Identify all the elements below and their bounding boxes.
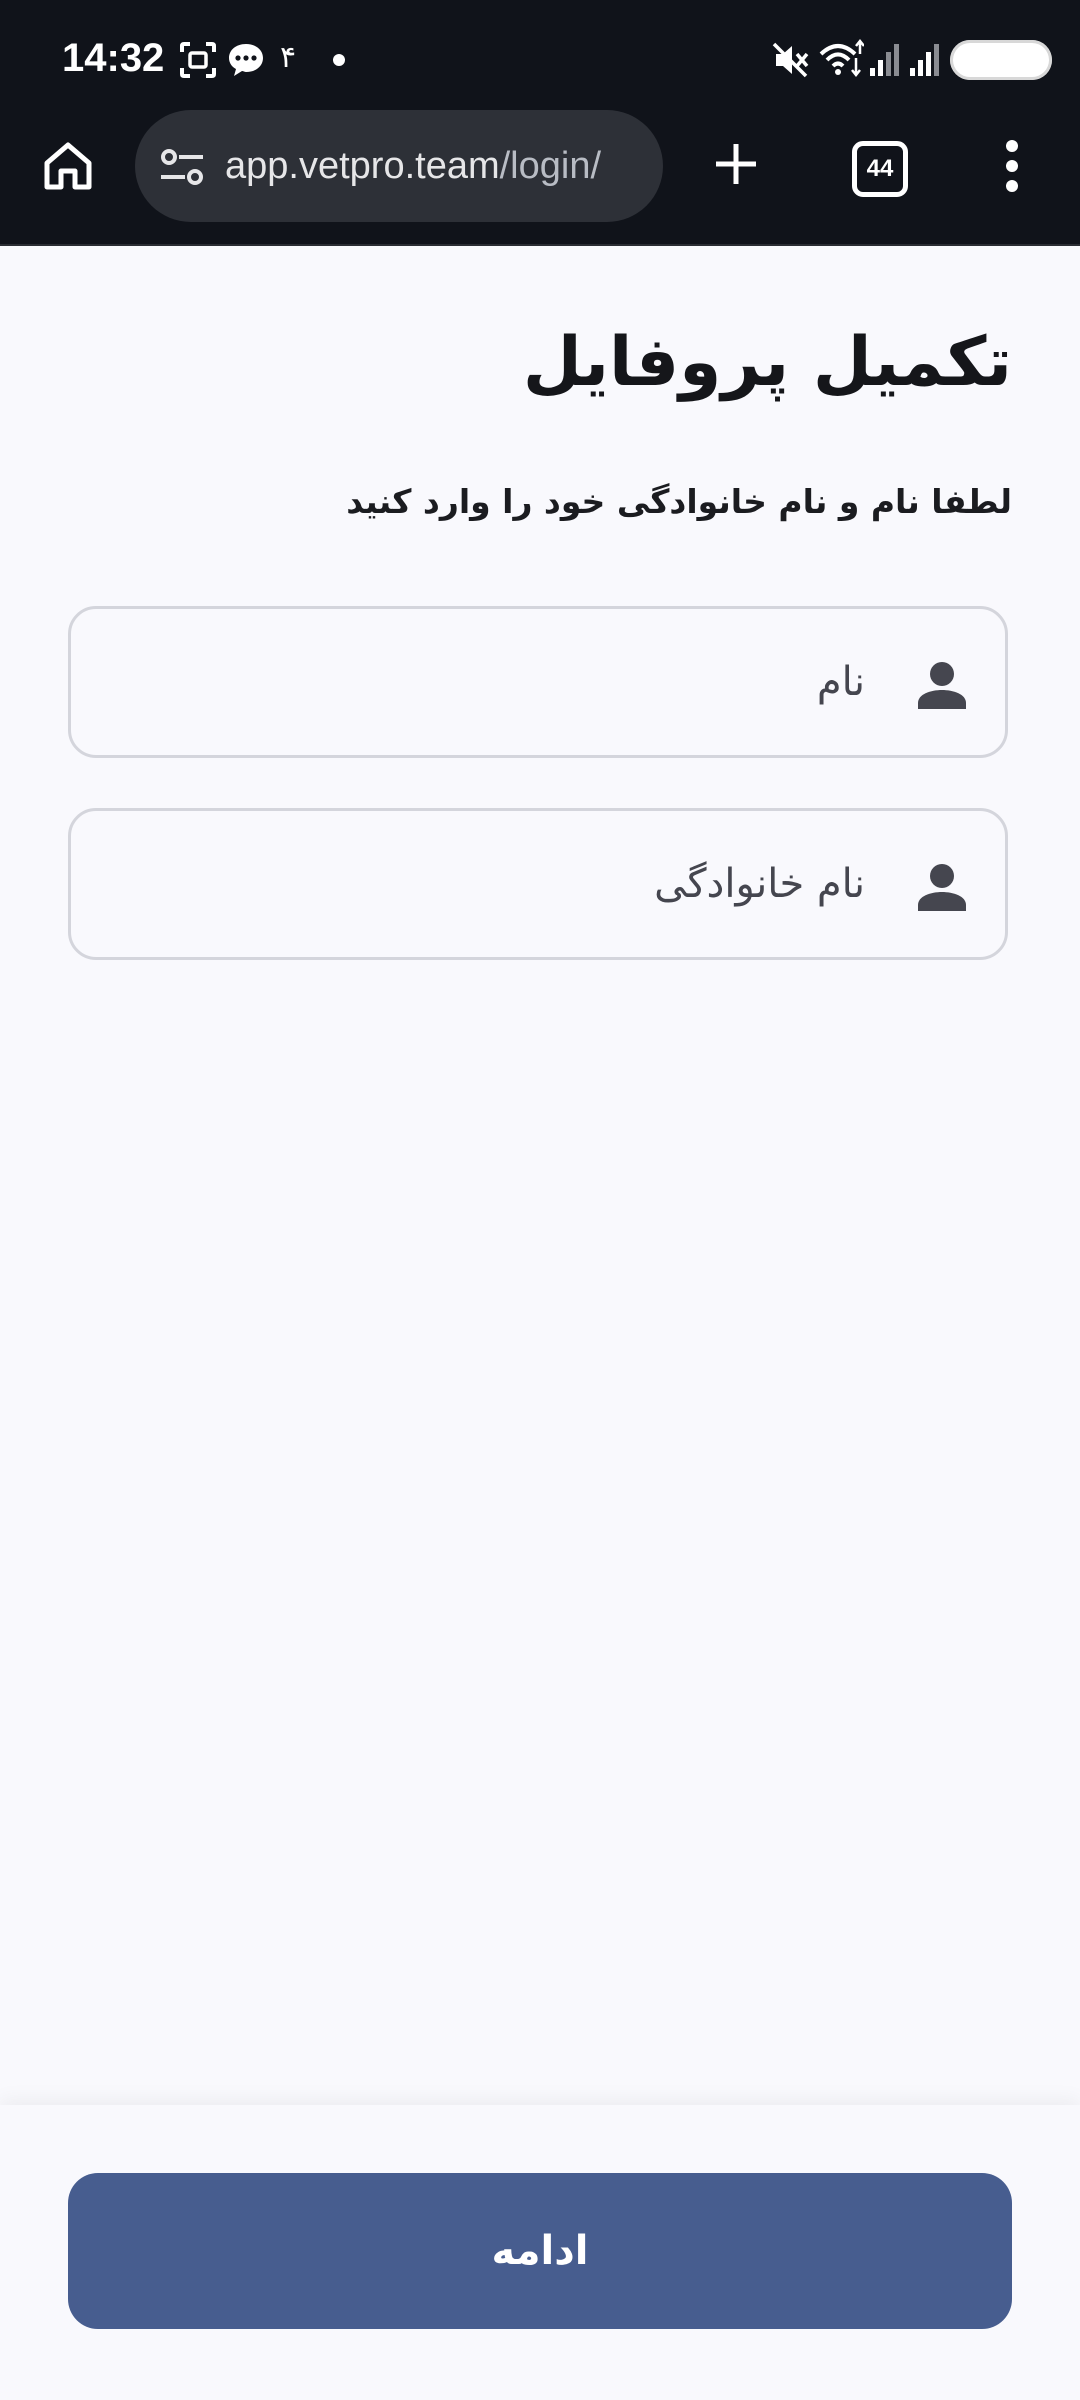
page-subtitle: لطفا نام و نام خانوادگی خود را وارد کنید — [346, 482, 1012, 521]
home-icon[interactable] — [36, 134, 100, 198]
tune-icon[interactable] — [157, 142, 207, 192]
address-bar[interactable]: app.vetpro.team/login/ — [135, 110, 663, 222]
status-bar: 14:32 ۴ — [0, 0, 1080, 118]
wifi-icon — [818, 38, 865, 84]
page-title: تکمیل پروفایل — [522, 323, 1012, 402]
screen: 14:32 ۴ app.vetpro.team/login/ 44 تکمیل … — [0, 0, 1080, 2400]
first-name-field[interactable] — [68, 606, 1008, 758]
mute-icon — [770, 40, 810, 84]
first-name-input[interactable] — [125, 609, 865, 755]
more-vert-icon[interactable] — [990, 136, 1034, 196]
screenshot-icon — [178, 40, 218, 84]
toolbar-divider — [0, 244, 1080, 246]
person-icon — [917, 863, 967, 911]
status-time: 14:32 — [62, 36, 165, 80]
signal-icon-2 — [908, 42, 940, 82]
url-host: app.vetpro.team — [225, 145, 500, 187]
tab-switcher-button[interactable]: 44 — [852, 141, 908, 197]
last-name-input[interactable] — [125, 811, 865, 957]
person-icon — [917, 661, 967, 709]
last-name-field[interactable] — [68, 808, 1008, 960]
notification-dot — [333, 54, 345, 66]
bottom-action-bar: ادامه — [0, 2105, 1080, 2400]
url-path: /login/ — [499, 145, 602, 187]
url-text[interactable]: app.vetpro.team/login/ — [225, 110, 601, 222]
continue-button[interactable]: ادامه — [68, 2173, 1012, 2329]
signal-icon-1 — [868, 42, 900, 82]
message-icon — [226, 40, 266, 84]
battery-icon — [950, 40, 1052, 80]
notification-count: ۴ — [280, 40, 297, 75]
plus-icon[interactable] — [708, 136, 764, 192]
